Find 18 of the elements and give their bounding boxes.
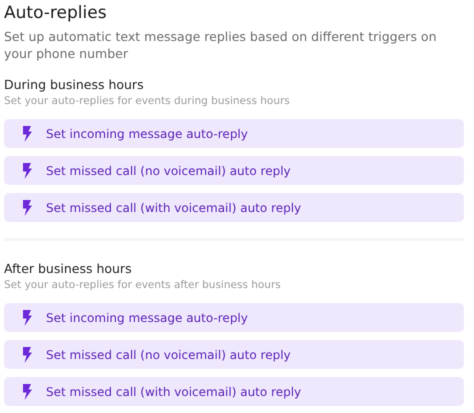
section-subheading: Set your auto-replies for events after business hours (4, 278, 282, 292)
section-heading: During business hours (4, 77, 145, 93)
auto-reply-button[interactable]: Set incoming message auto-reply (4, 303, 464, 332)
section-subheading: Set your auto-replies for events during business hours (4, 94, 291, 108)
lightning-icon (22, 346, 33, 362)
lightning-icon (22, 384, 33, 400)
page-description: Set up automatic text message replies based on different triggers on your phone number (4, 28, 438, 62)
page-title: Auto-replies (4, 2, 108, 24)
auto-reply-button[interactable]: Set incoming message auto-reply (4, 119, 464, 148)
auto-reply-button[interactable]: Set missed call (no voicemail) auto reply (4, 340, 464, 369)
lightning-icon (22, 126, 33, 142)
lightning-icon (22, 162, 33, 178)
lightning-icon (22, 200, 33, 216)
auto-reply-button[interactable]: Set missed call (with voicemail) auto reply (4, 193, 464, 222)
auto-reply-button[interactable]: Set missed call (no voicemail) auto reply (4, 156, 464, 185)
lightning-icon (22, 310, 33, 326)
auto-reply-button[interactable]: Set missed call (with voicemail) auto reply (4, 377, 464, 406)
section-heading: After business hours (4, 261, 133, 277)
